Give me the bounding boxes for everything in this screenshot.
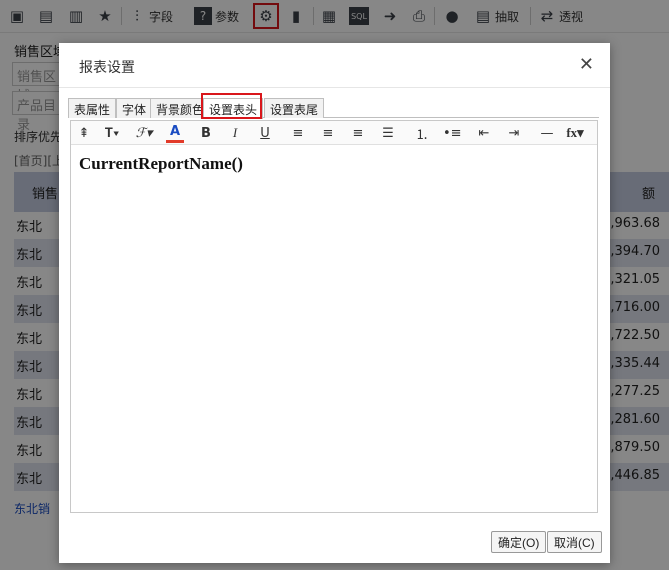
- header-editor[interactable]: ⇞ 𝐓▾ ℱ▾ A B I U ≡ ≡ ≡ ☰ ⒈ •≡ ⇤ ⇥ — fx▾ C…: [70, 120, 598, 513]
- report-settings-dialog: 报表设置 ✕ 表属性 字体 背景颜色 设置表头 设置表尾 ⇞ 𝐓▾ ℱ▾ A B…: [59, 43, 610, 563]
- editor-toolbar: ⇞ 𝐓▾ ℱ▾ A B I U ≡ ≡ ≡ ☰ ⒈ •≡ ⇤ ⇥ — fx▾: [71, 121, 597, 145]
- bold-icon[interactable]: B: [197, 123, 215, 143]
- unordered-list-icon[interactable]: •≡: [443, 123, 462, 143]
- align-center-icon[interactable]: ≡: [319, 123, 337, 143]
- tab-footer-settings[interactable]: 设置表尾: [264, 98, 325, 118]
- align-right-icon[interactable]: ≡: [349, 123, 367, 143]
- indent-icon[interactable]: ⇥: [505, 123, 523, 143]
- line-height-icon[interactable]: ⇞: [75, 123, 93, 143]
- underline-icon[interactable]: U: [256, 123, 274, 143]
- dialog-title: 报表设置: [79, 60, 135, 76]
- font-color-icon[interactable]: A: [166, 123, 184, 143]
- ok-button[interactable]: 确定(O): [491, 531, 547, 553]
- outdent-icon[interactable]: ⇤: [475, 123, 493, 143]
- font-size-icon[interactable]: 𝐓▾: [103, 123, 121, 143]
- align-left-icon[interactable]: ≡: [289, 123, 307, 143]
- font-family-icon[interactable]: ℱ▾: [135, 123, 153, 143]
- align-justify-icon[interactable]: ☰: [379, 123, 397, 143]
- tab-highlight-box: [201, 93, 262, 119]
- tab-bar: 表属性 字体 背景颜色 设置表头 设置表尾: [68, 98, 599, 119]
- cancel-button[interactable]: 取消(C): [547, 531, 602, 553]
- close-icon[interactable]: ✕: [579, 54, 594, 75]
- italic-icon[interactable]: I: [226, 123, 244, 143]
- tab-table-properties[interactable]: 表属性: [68, 98, 117, 118]
- editor-content[interactable]: CurrentReportName(): [79, 154, 243, 174]
- ordered-list-icon[interactable]: ⒈: [413, 123, 431, 143]
- tab-font[interactable]: 字体: [116, 98, 153, 118]
- dialog-divider: [59, 87, 610, 88]
- formula-icon[interactable]: fx▾: [566, 123, 584, 143]
- horizontal-rule-icon[interactable]: —: [538, 123, 556, 143]
